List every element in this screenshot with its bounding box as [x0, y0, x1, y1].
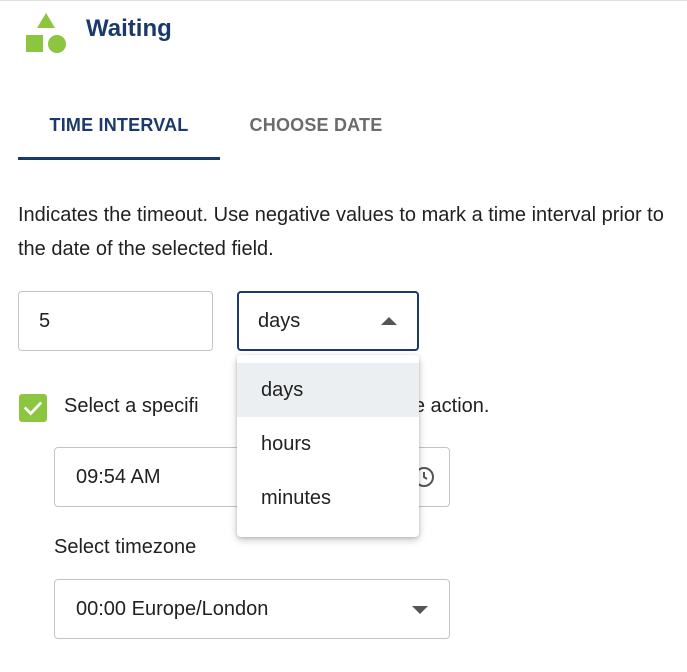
specific-time-label-left: Select a specifi [64, 395, 199, 417]
time-value: 09:54 AM [76, 465, 161, 488]
tab-time-interval[interactable]: TIME INTERVAL [18, 93, 220, 160]
timezone-value: 00:00 Europe/London [76, 597, 269, 620]
unit-dropdown-menu: days hours minutes [237, 355, 419, 537]
caret-down-icon [412, 606, 428, 614]
interval-unit-select[interactable]: days [237, 291, 419, 351]
tab-choose-date[interactable]: CHOOSE DATE [220, 93, 412, 157]
page-title: Waiting [86, 15, 172, 42]
shapes-icon [26, 13, 66, 53]
header [24, 9, 68, 57]
timeout-description: Indicates the timeout. Use negative valu… [18, 204, 664, 260]
unit-option-days[interactable]: days [237, 363, 419, 417]
caret-up-icon [381, 317, 397, 325]
tab-bar: TIME INTERVAL CHOOSE DATE [18, 93, 412, 160]
unit-select-value: days [258, 309, 301, 332]
checkmark-icon [23, 401, 43, 416]
unit-option-hours[interactable]: hours [237, 417, 419, 471]
interval-value-input[interactable] [18, 291, 213, 351]
timezone-label: Select timezone [54, 536, 197, 558]
unit-option-minutes[interactable]: minutes [237, 471, 419, 525]
timezone-select[interactable]: 00:00 Europe/London [54, 579, 450, 639]
specific-time-checkbox[interactable] [19, 394, 47, 422]
